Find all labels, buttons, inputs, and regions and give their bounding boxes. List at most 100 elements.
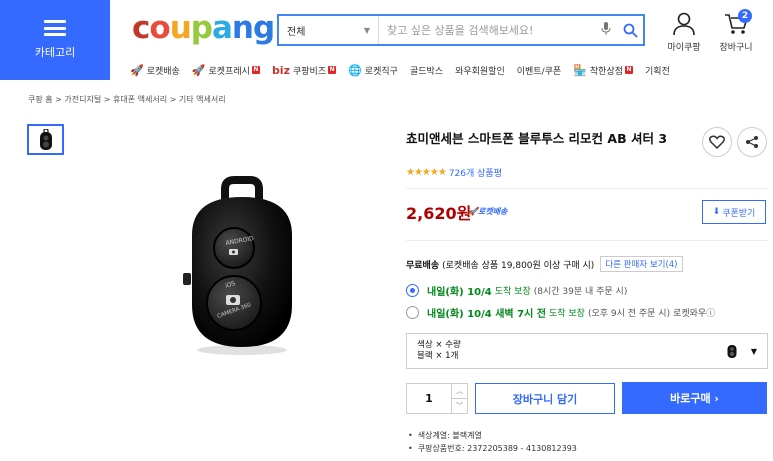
shipping-condition: (로켓배송 상품 19,800원 이상 구매 시) <box>442 260 595 271</box>
breadcrumb[interactable]: 쿠팡 홈 > 가전디지털 > 휴대폰 액세서리 > 기타 액세서리 <box>28 94 226 105</box>
quantity-stepper[interactable]: 1 ︿ ﹀ <box>406 383 468 414</box>
nav-item[interactable]: 🚀 로켓배송 <box>130 64 180 77</box>
global-icon: 🌐 <box>348 63 362 77</box>
category-nav: 🚀 로켓배송 🚀 로켓프레시 Nbiz 쿠팡비즈 N 🌐 로켓직구 골드박스 와우회원할인 이벤트/쿠… <box>130 60 682 80</box>
nav-item-label: 이벤트/쿠폰 <box>516 66 562 77</box>
remote-thumbnail-image <box>39 128 52 150</box>
review-count-link[interactable]: 726개 상품평 <box>449 166 502 179</box>
logo-letter: u <box>169 10 192 46</box>
dropdown-arrow-icon: ▼ <box>750 346 757 356</box>
delivery-note: (오후 9시 전 주문 시) <box>587 309 671 319</box>
category-label: 카테고리 <box>34 46 76 59</box>
new-badge: N <box>328 66 337 74</box>
search-category-value: 전체 <box>287 26 306 38</box>
star-rating-icon: ★★★★★ <box>406 167 447 178</box>
option-value: 블랙 × 1개 <box>417 351 459 361</box>
nav-item-label: 쿠팡비즈 <box>292 66 327 77</box>
nav-item[interactable]: 🚀 로켓프레시 N <box>192 64 260 77</box>
share-icon <box>746 136 758 148</box>
buy-now-button[interactable]: 바로구매 › <box>622 382 767 414</box>
delivery-guarantee: 도착 보장 <box>494 287 531 297</box>
nav-item-label: 로켓직구 <box>364 66 398 77</box>
category-menu-button[interactable]: 카테고리 <box>0 0 110 80</box>
other-sellers-button[interactable]: 다른 판매자 보기(4) <box>600 256 683 272</box>
logo-letter: g <box>252 10 275 46</box>
search-input[interactable] <box>379 23 595 37</box>
nav-item[interactable]: biz 쿠팡비즈 N <box>271 63 337 77</box>
product-price: 2,620원 <box>406 204 472 223</box>
nav-item-label: 로켓배송 <box>146 66 180 77</box>
nav-item[interactable]: 🌐 로켓직구 <box>348 64 398 77</box>
coupon-download-button[interactable]: ⬇ 쿠폰받기 <box>702 200 766 224</box>
nav-item[interactable]: 🏪 착한상점 N <box>573 63 634 77</box>
search-icon[interactable] <box>617 23 643 38</box>
delivery-note: (8시간 39분 내 주문 시) <box>533 287 628 297</box>
delivery-radio-selected[interactable] <box>406 284 419 297</box>
delivery-guarantee: 도착 보장 <box>548 309 585 319</box>
cart-count-badge: 2 <box>738 9 752 23</box>
dropdown-arrow-icon: ▼ <box>363 25 370 35</box>
logo-letter: c <box>132 10 150 46</box>
add-to-cart-button[interactable]: 장바구니 담기 <box>475 383 615 414</box>
user-icon <box>673 12 695 36</box>
cart-label: 장바구니 <box>719 43 753 53</box>
product-main-image: ANDROID iOS CAMERA 360 <box>170 175 310 360</box>
microphone-icon[interactable] <box>595 21 617 39</box>
wishlist-button[interactable] <box>702 127 732 157</box>
rocket-icon: 🚀 <box>130 63 144 77</box>
delivery-date: 내일(화) 10/4 <box>427 287 492 298</box>
rocket-icon: 🚀 <box>468 207 478 216</box>
new-badge: N <box>625 66 634 74</box>
shipping-info: 무료배송 (로켓배송 상품 19,800원 이상 구매 시) 다른 판매자 보기… <box>406 256 683 272</box>
option-header: 색상 × 수량 <box>417 340 461 350</box>
coupon-label: 쿠폰받기 <box>722 208 756 219</box>
coupang-logo[interactable]: coupang <box>132 10 275 46</box>
mycoupang-label: 마이쿠팡 <box>667 43 701 53</box>
product-specs: 색상계열: 블랙계열 쿠팡상품번호: 2372205389 - 41308123… <box>408 429 577 455</box>
search-bar: 전체 ▼ <box>277 14 645 46</box>
nav-item-label: 골드박스 <box>409 66 444 77</box>
biz-logo: biz <box>271 63 290 77</box>
option-thumbnail-icon <box>727 345 737 358</box>
product-thumbnail[interactable] <box>27 124 64 155</box>
option-selector[interactable]: 색상 × 수량 블랙 × 1개 ▼ <box>406 333 768 369</box>
chevron-down-icon[interactable]: ﹀ <box>452 399 467 413</box>
heart-icon <box>709 135 725 149</box>
download-icon: ⬇ <box>712 207 721 217</box>
logo-letter: o <box>149 10 170 46</box>
logo-letter: p <box>190 10 213 46</box>
rocket-fresh-icon: 🚀 <box>191 63 206 77</box>
mycoupang-button[interactable]: 마이쿠팡 <box>662 12 706 53</box>
hamburger-icon <box>44 20 66 36</box>
delivery-option-1[interactable]: 내일(화) 10/4 도착 보장 (8시간 39분 내 주문 시) <box>406 283 630 298</box>
delivery-date: 내일(화) 10/4 새벽 7시 전 <box>427 309 546 320</box>
divider <box>406 240 768 241</box>
product-title: 쵸미앤세븐 스마트폰 블루투스 리모컨 AB 셔터 3 <box>406 131 668 146</box>
nav-item[interactable]: 와우회원할인 <box>455 64 505 77</box>
rocket-delivery-badge: 🚀로켓배송 <box>468 206 507 217</box>
product-rating[interactable]: ★★★★★ 726개 상품평 <box>406 166 502 179</box>
logo-letter: n <box>231 10 254 46</box>
nav-item-label: 로켓프레시 <box>208 66 250 77</box>
share-button[interactable] <box>737 127 767 157</box>
delivery-option-2[interactable]: 내일(화) 10/4 새벽 7시 전 도착 보장 (오후 9시 전 주문 시) … <box>406 305 718 320</box>
nav-item-label: 기획전 <box>645 66 670 77</box>
nav-item-label: 착한상점 <box>589 66 624 77</box>
spec-item: 색상계열: 블랙계열 <box>408 429 577 442</box>
cart-button[interactable]: 2 장바구니 <box>714 9 758 53</box>
nav-item[interactable]: 기획전 <box>645 64 670 77</box>
nav-item[interactable]: 이벤트/쿠폰 <box>517 64 561 77</box>
rocket-delivery-label: 로켓배송 <box>477 207 508 216</box>
free-shipping-label: 무료배송 <box>406 260 440 271</box>
divider <box>406 188 768 189</box>
search-category-select[interactable]: 전체 ▼ <box>279 16 379 44</box>
store-icon: 🏪 <box>573 63 587 77</box>
rocket-wow-label: 로켓와우ⓘ <box>673 309 716 319</box>
nav-item[interactable]: 골드박스 <box>410 64 443 77</box>
chevron-up-icon[interactable]: ︿ <box>452 384 467 399</box>
quantity-value[interactable]: 1 <box>407 384 451 413</box>
logo-letter: a <box>211 10 233 46</box>
nav-item-label: 와우회원할인 <box>455 66 505 77</box>
delivery-radio[interactable] <box>406 306 419 319</box>
spec-item: 쿠팡상품번호: 2372205389 - 4130812393 <box>408 442 577 455</box>
